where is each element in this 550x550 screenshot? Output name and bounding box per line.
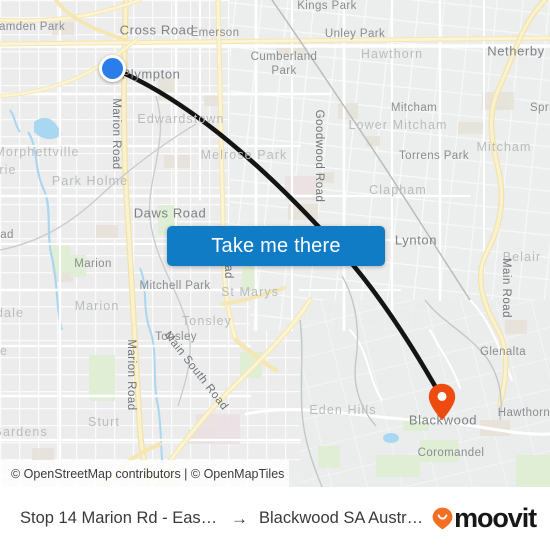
moovit-trip-map-screen: Kings Park amden Park Cross Road Emerson Unl… [0, 0, 550, 550]
map-attribution: © OpenStreetMap contributors | © OpenMap… [0, 460, 289, 487]
origin-dot-icon[interactable] [98, 54, 126, 82]
arrow-right-icon: → [231, 508, 248, 528]
footer-bar: Stop 14 Marion Rd - East s… → Blackwood … [0, 487, 550, 550]
moovit-wordmark: moovit [454, 503, 537, 533]
map-canvas[interactable]: Kings Park amden Park Cross Road Emerson Unl… [0, 0, 550, 487]
take-me-there-button[interactable]: Take me there [167, 226, 385, 266]
trip-destination-label: Blackwood SA Austr… [259, 509, 424, 527]
origin-dot-inner [101, 57, 123, 79]
map-pin-icon[interactable] [428, 383, 456, 421]
moovit-pin-icon [432, 507, 453, 530]
moovit-logo[interactable]: moovit [432, 503, 550, 534]
trip-summary: Stop 14 Marion Rd - East s… → Blackwood … [0, 509, 432, 529]
attribution-text: © OpenStreetMap contributors | © OpenMap… [11, 466, 285, 481]
trip-origin-label: Stop 14 Marion Rd - East s… [20, 509, 220, 527]
